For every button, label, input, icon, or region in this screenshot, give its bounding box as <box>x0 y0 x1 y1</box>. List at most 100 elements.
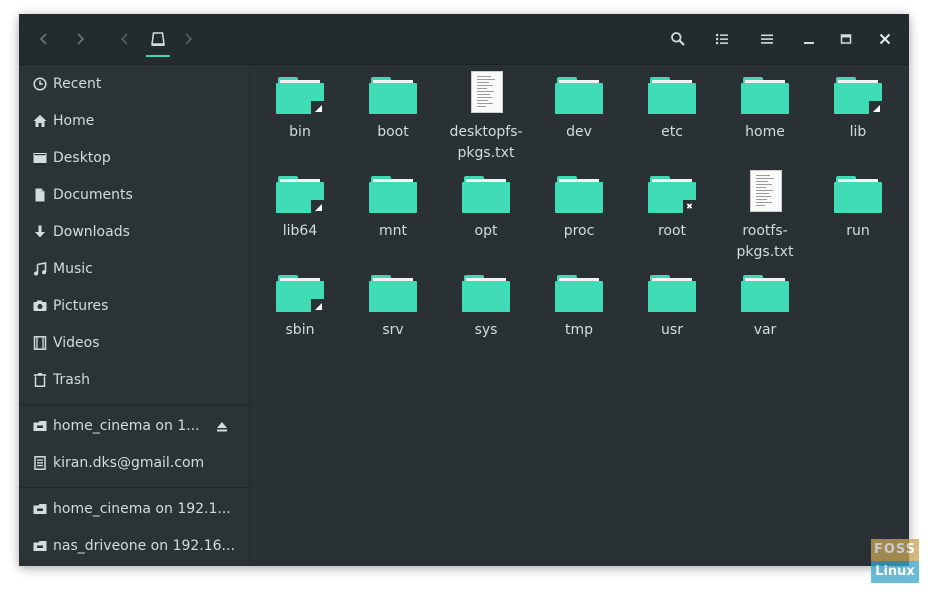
sidebar-item-label: Recent <box>53 76 102 92</box>
minimize-icon <box>803 33 815 45</box>
folder-icon <box>369 75 417 115</box>
sidebar: Recent Home Desktop Documents Downloads … <box>19 65 250 566</box>
file-name-label: rootfs- pkgs.txt <box>736 223 794 260</box>
path-forward-button[interactable] <box>173 24 203 54</box>
sidebar-item-music[interactable]: Music <box>19 252 249 286</box>
forward-button[interactable] <box>65 24 95 54</box>
desktop-icon <box>32 150 48 166</box>
folder-icon <box>741 75 789 115</box>
folder-item[interactable]: etc <box>627 75 717 143</box>
music-icon <box>32 261 48 277</box>
download-icon <box>32 224 48 240</box>
folder-item[interactable]: usr <box>627 273 717 341</box>
view-toggle-button[interactable] <box>707 24 737 54</box>
symlink-emblem-icon <box>311 200 324 213</box>
network-drive-icon <box>32 538 48 554</box>
headerbar <box>19 14 909 65</box>
search-button[interactable] <box>663 24 693 54</box>
folder-item[interactable]: bin <box>255 75 345 143</box>
folder-icon <box>555 273 603 313</box>
sidebar-item-home-cinema-mount[interactable]: home_cinema on 1... <box>19 409 249 443</box>
sidebar-item-videos[interactable]: Videos <box>19 326 249 360</box>
folder-item[interactable]: home <box>720 75 810 143</box>
path-active-indicator <box>146 55 170 57</box>
back-button[interactable] <box>29 24 59 54</box>
file-name-label: lib <box>849 124 867 140</box>
chevron-right-icon <box>182 32 194 46</box>
folder-icon <box>276 174 324 214</box>
file-item[interactable]: rootfs- pkgs.txt <box>720 170 810 263</box>
watermark-top-text: FOSS <box>871 539 919 561</box>
search-icon <box>670 31 686 47</box>
sidebar-separator <box>19 487 249 488</box>
sidebar-item-trash[interactable]: Trash <box>19 363 249 397</box>
folder-icon <box>741 273 789 313</box>
folder-item[interactable]: sys <box>441 273 531 341</box>
network-drive-icon <box>32 418 48 434</box>
sidebar-item-label: home_cinema on 1... <box>53 418 200 434</box>
folder-item[interactable]: tmp <box>534 273 624 341</box>
sidebar-item-home[interactable]: Home <box>19 104 249 138</box>
file-name-label: run <box>846 223 870 239</box>
folder-icon <box>369 174 417 214</box>
hamburger-menu-icon <box>760 32 774 46</box>
path-back-button[interactable] <box>110 24 140 54</box>
home-icon <box>32 113 48 129</box>
file-item[interactable]: desktopfs- pkgs.txt <box>441 71 531 164</box>
sidebar-item-label: Downloads <box>53 224 130 240</box>
folder-item[interactable]: run <box>813 174 903 242</box>
folder-item[interactable]: lib64 <box>255 174 345 242</box>
sidebar-item-home-cinema-network[interactable]: home_cinema on 192.1... <box>19 492 249 526</box>
sidebar-item-label: Home <box>53 113 95 129</box>
sidebar-item-nas-driveone[interactable]: nas_driveone on 192.16... <box>19 529 249 563</box>
sidebar-item-desktop[interactable]: Desktop <box>19 141 249 175</box>
sidebar-item-label: Desktop <box>53 150 111 166</box>
sidebar-item-label: Videos <box>53 335 100 351</box>
folder-item[interactable]: mnt <box>348 174 438 242</box>
menu-button[interactable] <box>752 24 782 54</box>
sidebar-item-pictures[interactable]: Pictures <box>19 289 249 323</box>
list-view-icon <box>715 32 729 46</box>
folder-item[interactable]: lib <box>813 75 903 143</box>
folder-item[interactable]: boot <box>348 75 438 143</box>
folder-item[interactable]: proc <box>534 174 624 242</box>
chevron-left-icon <box>38 32 50 46</box>
folder-item[interactable]: srv <box>348 273 438 341</box>
folder-icon <box>276 273 324 313</box>
sidebar-item-label: nas_driveone on 192.16... <box>53 538 235 554</box>
symlink-emblem-icon <box>869 101 882 114</box>
document-icon <box>32 187 48 203</box>
sidebar-item-label: Trash <box>53 372 90 388</box>
folder-icon: ✖ <box>648 174 696 214</box>
file-name-label: var <box>753 322 777 338</box>
close-button[interactable] <box>870 24 900 54</box>
text-file-icon <box>462 71 510 115</box>
sidebar-item-online-account[interactable]: kiran.dks@gmail.com <box>19 446 249 480</box>
sidebar-item-documents[interactable]: Documents <box>19 178 249 212</box>
folder-icon <box>369 273 417 313</box>
folder-icon <box>648 273 696 313</box>
maximize-button[interactable] <box>831 24 861 54</box>
folder-item[interactable]: dev <box>534 75 624 143</box>
eject-icon[interactable] <box>215 419 229 433</box>
folder-item[interactable]: opt <box>441 174 531 242</box>
folder-item[interactable]: ✖ root <box>627 174 717 242</box>
no-access-emblem-icon: ✖ <box>683 200 696 213</box>
minimize-button[interactable] <box>794 24 824 54</box>
file-grid: bin boot desktopfs- pkgs.txt dev etc home lib l… <box>250 65 909 566</box>
network-drive-icon <box>32 501 48 517</box>
sidebar-item-recent[interactable]: Recent <box>19 67 249 101</box>
path-root-button[interactable] <box>143 24 173 54</box>
clock-icon <box>32 76 48 92</box>
sidebar-item-label: Documents <box>53 187 133 203</box>
file-name-label: dev <box>566 124 592 140</box>
sidebar-item-downloads[interactable]: Downloads <box>19 215 249 249</box>
file-name-label: home <box>745 124 785 140</box>
folder-item[interactable]: sbin <box>255 273 345 341</box>
folder-item[interactable]: var <box>720 273 810 341</box>
chevron-left-icon <box>119 32 131 46</box>
folder-icon <box>462 174 510 214</box>
sidebar-item-label: Music <box>53 261 93 277</box>
folder-icon <box>555 174 603 214</box>
file-name-label: opt <box>474 223 498 239</box>
